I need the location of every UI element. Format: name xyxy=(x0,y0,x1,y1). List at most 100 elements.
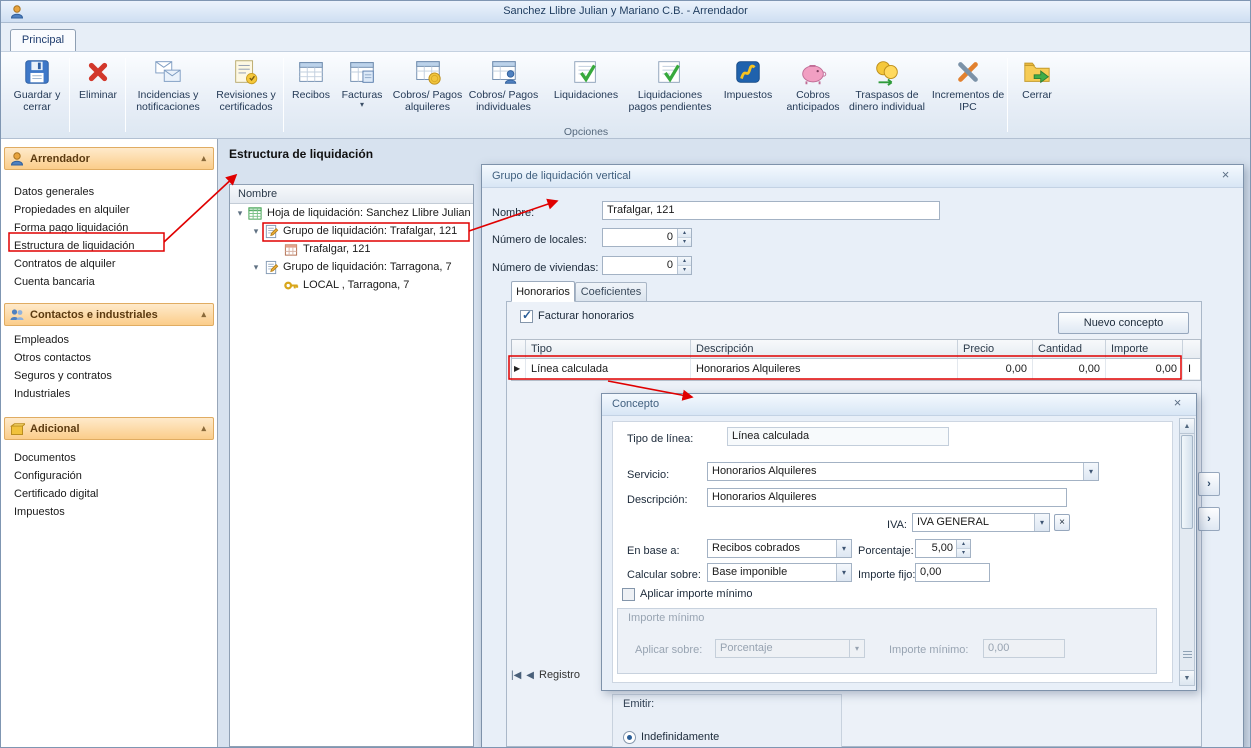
column-header-cantidad[interactable]: Cantidad xyxy=(1033,340,1106,359)
sidebar-item-seguros-y-contratos[interactable]: Seguros y contratos xyxy=(1,367,218,385)
sidebar-item-certificado-digital[interactable]: Certificado digital xyxy=(1,485,218,503)
sidebar-group-adicional[interactable]: Adicional ▴ xyxy=(4,417,214,440)
recibos-button[interactable]: Recibos xyxy=(287,55,335,123)
money-transfer-icon xyxy=(872,57,902,87)
aplicar-importe-minimo-checkbox[interactable] xyxy=(622,588,635,601)
liquidaciones-pendientes-button[interactable]: Liquidaciones pagos pendientes xyxy=(628,55,712,123)
dialog-title-bar[interactable]: Grupo de liquidación vertical xyxy=(482,165,1243,188)
sidebar-item-propiedades-en-alquiler[interactable]: Propiedades en alquiler xyxy=(1,201,218,219)
move-right-button[interactable]: › xyxy=(1198,472,1220,496)
en-base-a-combobox[interactable]: Recibos cobrados xyxy=(707,539,852,558)
tree-node-grupo-trafalgar[interactable]: ▾ Grupo de liquidación: Trafalgar, 121 xyxy=(230,222,473,240)
impuestos-button[interactable]: Impuestos xyxy=(715,55,781,123)
spin-down-icon[interactable]: ▾ xyxy=(957,548,970,557)
cobros-anticipados-button[interactable]: Cobros anticipados xyxy=(782,55,844,123)
cell-partial[interactable]: I xyxy=(1183,359,1200,380)
column-header-precio[interactable]: Precio xyxy=(958,340,1033,359)
spin-up-icon[interactable]: ▴ xyxy=(678,229,691,237)
title-bar[interactable]: Sanchez Llibre Julian y Mariano C.B. - A… xyxy=(1,1,1250,23)
clear-iva-button[interactable]: × xyxy=(1054,514,1070,531)
scroll-up-icon[interactable]: ▲ xyxy=(1180,419,1194,434)
calcular-sobre-combobox[interactable]: Base imponible xyxy=(707,563,852,582)
tab-principal[interactable]: Principal xyxy=(10,29,76,51)
move-right-button[interactable]: › xyxy=(1198,507,1220,531)
traspasos-dinero-button[interactable]: Traspasos de dinero individual xyxy=(846,55,928,123)
incrementos-ipc-button[interactable]: Incrementos de IPC xyxy=(929,55,1007,123)
spin-down-icon[interactable]: ▾ xyxy=(678,265,691,274)
dialog-title-bar[interactable]: Concepto xyxy=(602,394,1196,416)
table-row[interactable]: ▶ Línea calculada Honorarios Alquileres … xyxy=(512,359,1200,380)
tree-node-local-tarragona[interactable]: LOCAL , Tarragona, 7 xyxy=(230,276,473,294)
nav-first-button[interactable]: |◀ xyxy=(511,670,521,681)
chevron-down-icon[interactable]: ▾ xyxy=(836,564,851,581)
facturas-button[interactable]: Facturas ▾ xyxy=(337,55,387,123)
tab-honorarios[interactable]: Honorarios xyxy=(511,281,575,302)
sidebar-group-contactos[interactable]: Contactos e industriales ▴ xyxy=(4,303,214,326)
sidebar-item-industriales[interactable]: Industriales xyxy=(1,385,218,403)
sidebar-item-datos-generales[interactable]: Datos generales xyxy=(1,183,218,201)
column-header-tipo[interactable]: Tipo xyxy=(526,340,691,359)
spin-up-icon[interactable]: ▴ xyxy=(957,540,970,548)
expander-icon[interactable]: ▾ xyxy=(250,226,262,237)
column-header-descripcion[interactable]: Descripción xyxy=(691,340,958,359)
close-icon[interactable]: × xyxy=(1169,396,1186,412)
sidebar-item-forma-pago-liquidacion[interactable]: Forma pago liquidación xyxy=(1,219,218,237)
revisiones-button[interactable]: Revisiones y certificados xyxy=(209,55,283,123)
importe-fijo-input[interactable]: 0,00 xyxy=(915,563,990,582)
sidebar-item-otros-contactos[interactable]: Otros contactos xyxy=(1,349,218,367)
aplicar-sobre-combobox: Porcentaje xyxy=(715,639,865,658)
chevron-down-icon[interactable]: ▾ xyxy=(1083,463,1098,480)
cell-descripcion[interactable]: Honorarios Alquileres xyxy=(691,359,958,380)
descripcion-input[interactable]: Honorarios Alquileres xyxy=(707,488,1067,507)
chevron-down-icon[interactable]: ▾ xyxy=(836,540,851,557)
cobros-pagos-individuales-button[interactable]: Cobros/ Pagos individuales xyxy=(466,55,541,123)
facturar-honorarios-checkbox[interactable] xyxy=(520,310,533,323)
collapse-chevron-icon[interactable]: ▴ xyxy=(201,423,206,434)
column-header-importe[interactable]: Importe xyxy=(1106,340,1183,359)
collapse-chevron-icon[interactable]: ▴ xyxy=(201,309,206,320)
cell-precio[interactable]: 0,00 xyxy=(958,359,1033,380)
scroll-down-icon[interactable]: ▼ xyxy=(1180,670,1194,685)
cell-tipo[interactable]: Línea calculada xyxy=(526,359,691,380)
guardar-y-cerrar-button[interactable]: Guardar y cerrar xyxy=(7,55,67,123)
cobros-pagos-alquileres-button[interactable]: Cobros/ Pagos alquileres xyxy=(390,55,465,123)
close-icon[interactable]: × xyxy=(1217,168,1234,184)
sidebar-item-estructura-de-liquidacion[interactable]: Estructura de liquidación xyxy=(1,237,218,255)
cerrar-button[interactable]: Cerrar xyxy=(1012,55,1062,123)
nav-prev-button[interactable]: ◀ xyxy=(526,670,534,681)
sidebar-item-empleados[interactable]: Empleados xyxy=(1,331,218,349)
tree-node-hoja-liquidacion[interactable]: ▾ Hoja de liquidación: Sanchez Llibre Ju… xyxy=(230,204,473,222)
nuevo-concepto-button[interactable]: Nuevo concepto xyxy=(1058,312,1189,334)
sidebar-item-cuenta-bancaria[interactable]: Cuenta bancaria xyxy=(1,273,218,291)
button-label: Guardar y cerrar xyxy=(7,89,67,113)
scrollbar-thumb[interactable] xyxy=(1181,435,1193,529)
tree-node-trafalgar-121[interactable]: Trafalgar, 121 xyxy=(230,240,473,258)
sidebar-item-configuracion[interactable]: Configuración xyxy=(1,467,218,485)
tree-node-grupo-tarragona[interactable]: ▾ Grupo de liquidación: Tarragona, 7 xyxy=(230,258,473,276)
cell-importe[interactable]: 0,00 xyxy=(1106,359,1183,380)
indefinidamente-radio[interactable] xyxy=(623,731,636,744)
vertical-scrollbar[interactable]: ▲ ▼ xyxy=(1179,418,1195,686)
expander-icon[interactable]: ▾ xyxy=(250,262,262,273)
column-header-partial[interactable] xyxy=(1183,340,1200,359)
sidebar-group-arrendador[interactable]: Arrendador ▴ xyxy=(4,147,214,170)
expander-icon[interactable]: ▾ xyxy=(234,208,246,219)
porcentaje-label: Porcentaje: xyxy=(858,542,914,561)
tab-coeficientes[interactable]: Coeficientes xyxy=(575,282,647,302)
nombre-input[interactable]: Trafalgar, 121 xyxy=(602,201,940,220)
chevron-down-icon[interactable]: ▾ xyxy=(1034,514,1049,531)
eliminar-button[interactable]: Eliminar xyxy=(73,55,123,123)
cell-cantidad[interactable]: 0,00 xyxy=(1033,359,1106,380)
tree-column-header[interactable]: Nombre xyxy=(230,185,473,204)
incidencias-button[interactable]: Incidencias y notificaciones xyxy=(128,55,208,123)
spin-down-icon[interactable]: ▾ xyxy=(678,237,691,246)
collapse-chevron-icon[interactable]: ▴ xyxy=(201,153,206,164)
servicio-combobox[interactable]: Honorarios Alquileres xyxy=(707,462,1099,481)
iva-combobox[interactable]: IVA GENERAL xyxy=(912,513,1050,532)
sidebar-item-impuestos[interactable]: Impuestos xyxy=(1,503,218,521)
importe-fijo-label: Importe fijo: xyxy=(858,566,915,585)
sidebar-item-documentos[interactable]: Documentos xyxy=(1,449,218,467)
sidebar-item-contratos-de-alquiler[interactable]: Contratos de alquiler xyxy=(1,255,218,273)
spin-up-icon[interactable]: ▴ xyxy=(678,257,691,265)
liquidaciones-button[interactable]: Liquidaciones xyxy=(546,55,626,123)
